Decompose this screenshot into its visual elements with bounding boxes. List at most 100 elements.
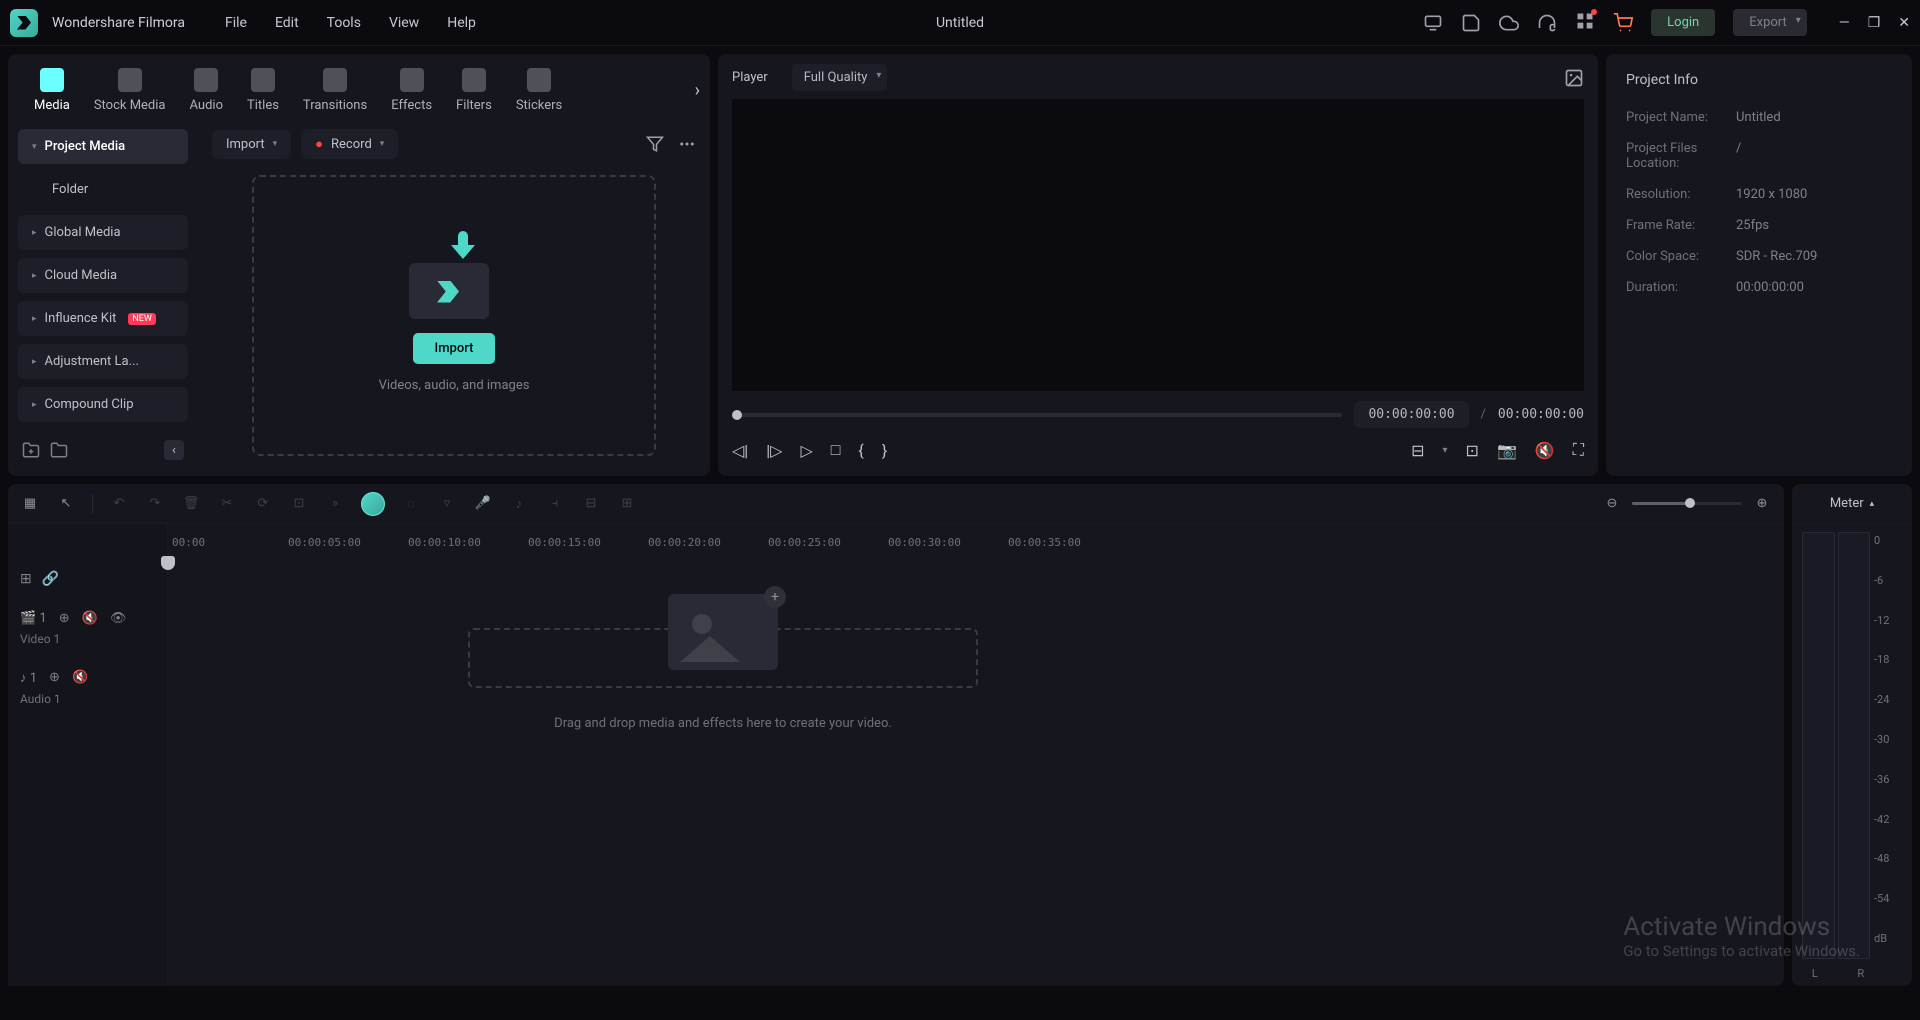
tab-titles[interactable]: Titles <box>235 62 291 119</box>
mark-in-button[interactable]: { <box>858 441 863 460</box>
cut-button[interactable]: ✂ <box>217 494 237 514</box>
tabs-next-button[interactable]: › <box>695 80 700 101</box>
mute-icon[interactable]: 🔇 <box>82 611 98 626</box>
sidebar-item-cloud-media[interactable]: ▸Cloud Media <box>18 258 188 293</box>
meter-title[interactable]: Meter <box>1792 484 1912 524</box>
info-key: Project Files Location: <box>1626 141 1736 171</box>
grid-icon[interactable]: ▦ <box>20 494 40 514</box>
sidebar-item-global-media[interactable]: ▸Global Media <box>18 215 188 250</box>
ducking-icon[interactable]: ⫞ <box>545 494 565 514</box>
track-add-icon[interactable]: ⊕ <box>59 611 70 626</box>
arrow-down-icon <box>451 231 475 263</box>
mic-icon[interactable]: 🎤 <box>473 494 493 514</box>
info-val: 00:00:00:00 <box>1736 280 1804 295</box>
tab-stock-media[interactable]: Stock Media <box>82 62 178 119</box>
cart-icon[interactable] <box>1613 13 1633 33</box>
tab-effects[interactable]: Effects <box>379 62 444 119</box>
play-button[interactable]: ▷ <box>800 441 812 460</box>
video-track-header[interactable]: 🎬 1 ⊕ 🔇 👁 Video 1 <box>8 598 167 658</box>
import-dropdown[interactable]: Import▾ <box>212 130 291 159</box>
tab-transitions[interactable]: Transitions <box>291 62 379 119</box>
sidebar-item-project-media[interactable]: ▾Project Media <box>18 129 188 164</box>
mute-icon[interactable]: 🔇 <box>72 670 88 686</box>
zoom-slider[interactable] <box>1632 502 1742 505</box>
visibility-icon[interactable]: 👁 <box>110 611 127 626</box>
cloud-icon[interactable] <box>1499 13 1519 33</box>
new-folder-icon[interactable] <box>22 441 40 459</box>
close-button[interactable]: ✕ <box>1898 15 1910 31</box>
fit-icon[interactable]: ⊞ <box>617 494 637 514</box>
fullscreen-button[interactable]: ⛶ <box>1573 440 1584 460</box>
more-tools-button[interactable]: » <box>325 494 345 514</box>
speed-button[interactable]: ⟳ <box>253 494 273 514</box>
audio-track-header[interactable]: ♪ 1 ⊕ 🔇 Audio 1 <box>8 658 167 718</box>
menu-help[interactable]: Help <box>447 15 476 31</box>
snap-button[interactable]: ⊟ <box>1411 441 1424 460</box>
monitor-icon[interactable] <box>1423 13 1443 33</box>
display-button[interactable]: ⊡ <box>1466 441 1479 460</box>
menu-tools[interactable]: Tools <box>327 15 361 31</box>
menu-file[interactable]: File <box>225 15 247 31</box>
maximize-button[interactable]: ❐ <box>1868 15 1881 31</box>
tab-stickers[interactable]: Stickers <box>504 62 574 119</box>
zoom-in-button[interactable]: ⊕ <box>1752 494 1772 514</box>
mark-out-button[interactable]: } <box>882 441 887 460</box>
audio-meter-panel: Meter 0-6-12-18-24-30-36-42-48-54dB L R <box>1792 484 1912 986</box>
app-logo <box>10 9 38 37</box>
import-hint: Videos, audio, and images <box>379 378 530 393</box>
tab-audio[interactable]: Audio <box>178 62 235 119</box>
snapshot-icon[interactable] <box>1564 68 1584 88</box>
sidebar-collapse-button[interactable]: ‹ <box>164 440 184 460</box>
add-track-icon[interactable]: ⊞ <box>20 571 32 587</box>
playhead-slider[interactable] <box>732 413 1342 417</box>
filter-icon[interactable] <box>646 135 664 153</box>
avatar-icon[interactable] <box>361 492 385 516</box>
folder-icon[interactable] <box>50 441 68 459</box>
split-icon[interactable]: ⊟ <box>581 494 601 514</box>
next-frame-button[interactable]: |▷ <box>766 441 782 460</box>
tab-media[interactable]: Media <box>22 62 82 119</box>
marker-icon[interactable]: ▿ <box>437 494 457 514</box>
music-icon[interactable]: ♪ <box>509 494 529 514</box>
tab-bar: Media Stock Media Audio Titles Transitio… <box>8 54 710 119</box>
sidebar-item-compound-clip[interactable]: ▸Compound Clip <box>18 387 188 422</box>
headset-icon[interactable] <box>1537 13 1557 33</box>
media-sidebar: ▾Project Media Folder ▸Global Media ▸Clo… <box>8 119 198 476</box>
import-drop-zone[interactable]: Import Videos, audio, and images <box>252 175 656 456</box>
preview-viewport <box>732 99 1584 391</box>
export-button[interactable]: Export <box>1733 9 1807 36</box>
tracks-area[interactable]: + Drag and drop media and effects here t… <box>168 524 1784 986</box>
sidebar-item-adjustment-layer[interactable]: ▸Adjustment La... <box>18 344 188 379</box>
redo-button[interactable]: ↷ <box>145 494 165 514</box>
record-dropdown[interactable]: ●Record▾ <box>301 129 398 159</box>
quality-dropdown[interactable]: Full Quality <box>792 64 888 91</box>
minimize-button[interactable]: — <box>1839 15 1850 31</box>
zoom-out-button[interactable]: ⊖ <box>1602 494 1622 514</box>
tab-filters[interactable]: Filters <box>444 62 504 119</box>
current-time[interactable]: 00:00:00:00 <box>1354 401 1468 428</box>
import-button[interactable]: Import <box>413 333 496 364</box>
prev-frame-button[interactable]: ◁| <box>732 441 748 460</box>
menu-edit[interactable]: Edit <box>275 15 299 31</box>
camera-icon[interactable]: 📷 <box>1497 441 1517 460</box>
cursor-icon[interactable]: ↖ <box>56 494 76 514</box>
player-label: Player <box>732 70 768 85</box>
login-button[interactable]: Login <box>1651 9 1715 36</box>
render-icon[interactable]: ◌ <box>401 494 421 514</box>
sidebar-item-folder[interactable]: Folder <box>18 172 188 207</box>
track-add-icon[interactable]: ⊕ <box>49 670 60 686</box>
delete-button[interactable]: 🗑 <box>181 494 201 514</box>
menu-view[interactable]: View <box>389 15 419 31</box>
sidebar-item-influence-kit[interactable]: ▸Influence KitNEW <box>18 301 188 336</box>
playhead-handle[interactable] <box>161 556 175 570</box>
effects-icon <box>400 68 424 92</box>
undo-button[interactable]: ↶ <box>109 494 129 514</box>
link-icon[interactable]: 🔗 <box>42 571 59 587</box>
more-icon[interactable] <box>678 135 696 153</box>
crop-button[interactable]: ⊡ <box>289 494 309 514</box>
stop-button[interactable]: □ <box>831 440 841 460</box>
snap-dropdown[interactable]: ▾ <box>1443 445 1448 456</box>
volume-icon[interactable]: 🔇 <box>1535 441 1555 460</box>
save-icon[interactable] <box>1461 13 1481 33</box>
apps-icon[interactable] <box>1575 11 1595 35</box>
